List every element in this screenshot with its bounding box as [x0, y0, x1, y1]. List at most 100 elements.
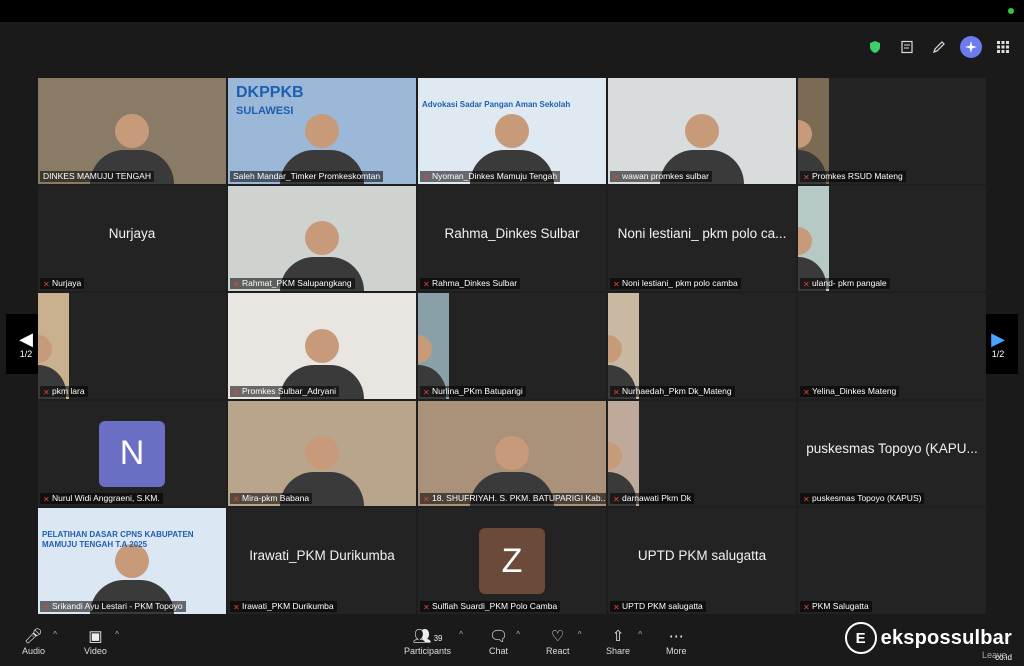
participant-name-label: ✕ Rahmat_PKM Salupangkang — [230, 278, 355, 290]
participant-tile[interactable]: N ✕ Nurul Widi Anggraeni, S.KM. — [38, 400, 226, 507]
muted-microphone-icon: ✕ — [613, 602, 620, 612]
apps-grid-icon[interactable] — [992, 36, 1014, 58]
participant-tile[interactable]: ✕ Promkes RSUD Mateng — [798, 78, 986, 184]
participant-head — [305, 436, 339, 471]
pencil-icon[interactable] — [928, 36, 950, 58]
participants-button[interactable]: 👥︎ 39 Participants ^ — [404, 628, 463, 656]
screen-banner-subtext: SULAWESI — [236, 105, 294, 117]
participant-tile[interactable]: Nurjaya ✕ Nurjaya — [38, 185, 226, 292]
participant-tile[interactable]: DINKES MAMUJU TENGAH — [38, 78, 226, 184]
participant-tile[interactable]: Rahma_Dinkes Sulbar ✕ Rahma_Dinkes Sulbar — [418, 185, 606, 292]
participant-display-name: Rahma_Dinkes Sulbar — [444, 225, 580, 241]
chevron-left-icon: ◀ — [19, 329, 33, 349]
participant-tile[interactable]: PELATIHAN DASAR CPNS KABUPATEN MAMUJU TE… — [38, 508, 226, 614]
participant-video — [228, 293, 416, 399]
participant-name: Nurhaedah_Pkm Dk_Mateng — [622, 385, 732, 396]
participant-tile[interactable]: ✕ Yelina_Dinkes Mateng — [798, 293, 986, 399]
participant-name-label: ✕ Nurlina_PKm Batuparigi — [420, 385, 526, 397]
participant-name: puskesmas Topoyo (KAPUS) — [812, 493, 922, 504]
muted-microphone-icon: ✕ — [233, 387, 240, 397]
page-indicator-left: 1/2 — [19, 349, 33, 359]
participant-video — [38, 78, 226, 184]
participant-name: Promkes RSUD Mateng — [812, 170, 903, 181]
audio-button[interactable]: 🎤︎ Audio ^ — [22, 628, 57, 656]
chat-button[interactable]: 🗨︎ Chat ^ — [489, 628, 520, 656]
participant-name: Noni lestiani_ pkm polo camba — [622, 278, 738, 289]
participant-video — [608, 400, 639, 507]
participant-name-label: DINKES MAMUJU TENGAH — [40, 170, 154, 182]
chat-options-caret-icon[interactable]: ^ — [516, 630, 520, 639]
participant-tile[interactable]: Advokasi Sadar Pangan Aman Sekolah ✕ Nyoma… — [418, 78, 606, 184]
participant-video — [418, 400, 606, 507]
participant-head — [798, 227, 812, 256]
participant-tile[interactable]: Irawati_PKM Durikumba ✕ Irawati_PKM Duriku… — [228, 508, 416, 614]
participant-tile[interactable]: Z ✕ Sulfiah Suardi_PKM Polo Camba — [418, 508, 606, 614]
participant-display-name: UPTD PKM salugatta — [637, 548, 767, 564]
participant-name-label: ✕ pkm lara — [40, 385, 88, 397]
video-options-caret-icon[interactable]: ^ — [115, 630, 119, 639]
microphone-icon: 🎤︎ — [23, 628, 44, 645]
muted-microphone-icon: ✕ — [43, 602, 50, 612]
audio-label: Audio — [22, 646, 46, 656]
muted-microphone-icon: ✕ — [613, 387, 620, 397]
participant-tile[interactable]: DKPPKB SULAWESI Saleh Mandar_Timker Promke… — [228, 78, 416, 184]
chat-icon: 🗨︎ — [489, 628, 509, 645]
participant-tile[interactable]: UPTD PKM salugatta ✕ UPTD PKM salugatta — [608, 508, 796, 614]
react-label: React — [546, 646, 570, 656]
participant-name: Rahma_Dinkes Sulbar — [432, 278, 518, 289]
participant-video — [608, 78, 796, 184]
screen-banner-text: DKPPKB — [236, 84, 304, 101]
participant-name: Rahmat_PKM Salupangkang — [242, 278, 352, 289]
ai-companion-icon[interactable] — [960, 36, 982, 58]
share-options-caret-icon[interactable]: ^ — [638, 630, 642, 639]
muted-microphone-icon: ✕ — [803, 280, 810, 290]
video-button[interactable]: ▣ Video ^ — [84, 628, 119, 656]
participant-tile[interactable]: ✕ Mira-pkm Babana — [228, 400, 416, 507]
participant-head — [38, 334, 52, 363]
participant-tile[interactable]: ✕ Nurhaedah_Pkm Dk_Mateng — [608, 293, 796, 399]
participant-head — [305, 328, 339, 363]
participant-tile[interactable]: ✕ PKM Salugatta — [798, 508, 986, 614]
participant-name: Nurjaya — [52, 278, 82, 289]
react-button[interactable]: ♡ React ^ — [546, 628, 582, 656]
participant-head — [495, 436, 529, 471]
muted-microphone-icon: ✕ — [803, 495, 810, 505]
muted-microphone-icon: ✕ — [423, 280, 430, 290]
participant-name: PKM Salugatta — [812, 600, 869, 611]
participant-tile[interactable]: ✕ 18. SHUFRIYAH. S. PKM. BATUPARIGI Kab..… — [418, 400, 606, 507]
participant-head — [305, 221, 339, 256]
participant-name: Srikandi Ayu Lestari - PKM Topoyo — [52, 600, 183, 611]
react-options-caret-icon[interactable]: ^ — [578, 630, 582, 639]
participants-icon: 👥︎ 39 — [412, 628, 443, 645]
participant-name-label: ✕ Srikandi Ayu Lestari - PKM Topoyo — [40, 600, 186, 612]
muted-microphone-icon: ✕ — [43, 280, 50, 290]
participant-name: Irawati_PKM Durikumba — [242, 600, 334, 611]
participant-display-name: puskesmas Topoyo (KAPU... — [806, 440, 978, 456]
participant-display-name: Nurjaya — [108, 225, 156, 241]
participant-head — [685, 113, 719, 148]
participants-options-caret-icon[interactable]: ^ — [459, 630, 463, 639]
participant-tile[interactable]: ✕ Rahmat_PKM Salupangkang — [228, 185, 416, 292]
participant-tile[interactable]: puskesmas Topoyo (KAPU... ✕ puskesmas Topo… — [798, 400, 986, 507]
participant-name-label: ✕ Promkes Sulbar_Adryani — [230, 385, 340, 397]
participant-tile[interactable]: ✕ wawan promkes sulbar — [608, 78, 796, 184]
participant-tile[interactable]: ✕ Nurlina_PKm Batuparigi — [418, 293, 606, 399]
participant-tile[interactable]: ✕ Promkes Sulbar_Adryani — [228, 293, 416, 399]
participant-display-name: Irawati_PKM Durikumba — [249, 548, 395, 564]
shield-icon[interactable] — [864, 36, 886, 58]
share-button[interactable]: ⇧ Share ^ — [606, 628, 642, 656]
participant-tile[interactable]: ✕ darnawati Pkm Dk — [608, 400, 796, 507]
participant-tile[interactable]: Noni lestiani_ pkm polo ca... ✕ Noni lesti… — [608, 185, 796, 292]
audio-options-caret-icon[interactable]: ^ — [53, 630, 57, 639]
more-button[interactable]: ⋯ More — [666, 628, 687, 656]
participant-tile[interactable]: ✕ uland- pkm pangale — [798, 185, 986, 292]
participant-name: Promkes Sulbar_Adryani — [242, 385, 337, 396]
watermark: E ekspossulbar co.id — [844, 622, 1012, 662]
participant-tile[interactable]: ✕ pkm lara — [38, 293, 226, 399]
participant-name: DINKES MAMUJU TENGAH — [43, 170, 151, 181]
more-icon: ⋯ — [668, 628, 684, 645]
participant-avatar: Z — [479, 528, 545, 595]
participant-name-label: ✕ puskesmas Topoyo (KAPUS) — [800, 493, 925, 505]
video-label: Video — [84, 646, 107, 656]
notes-icon[interactable] — [896, 36, 918, 58]
